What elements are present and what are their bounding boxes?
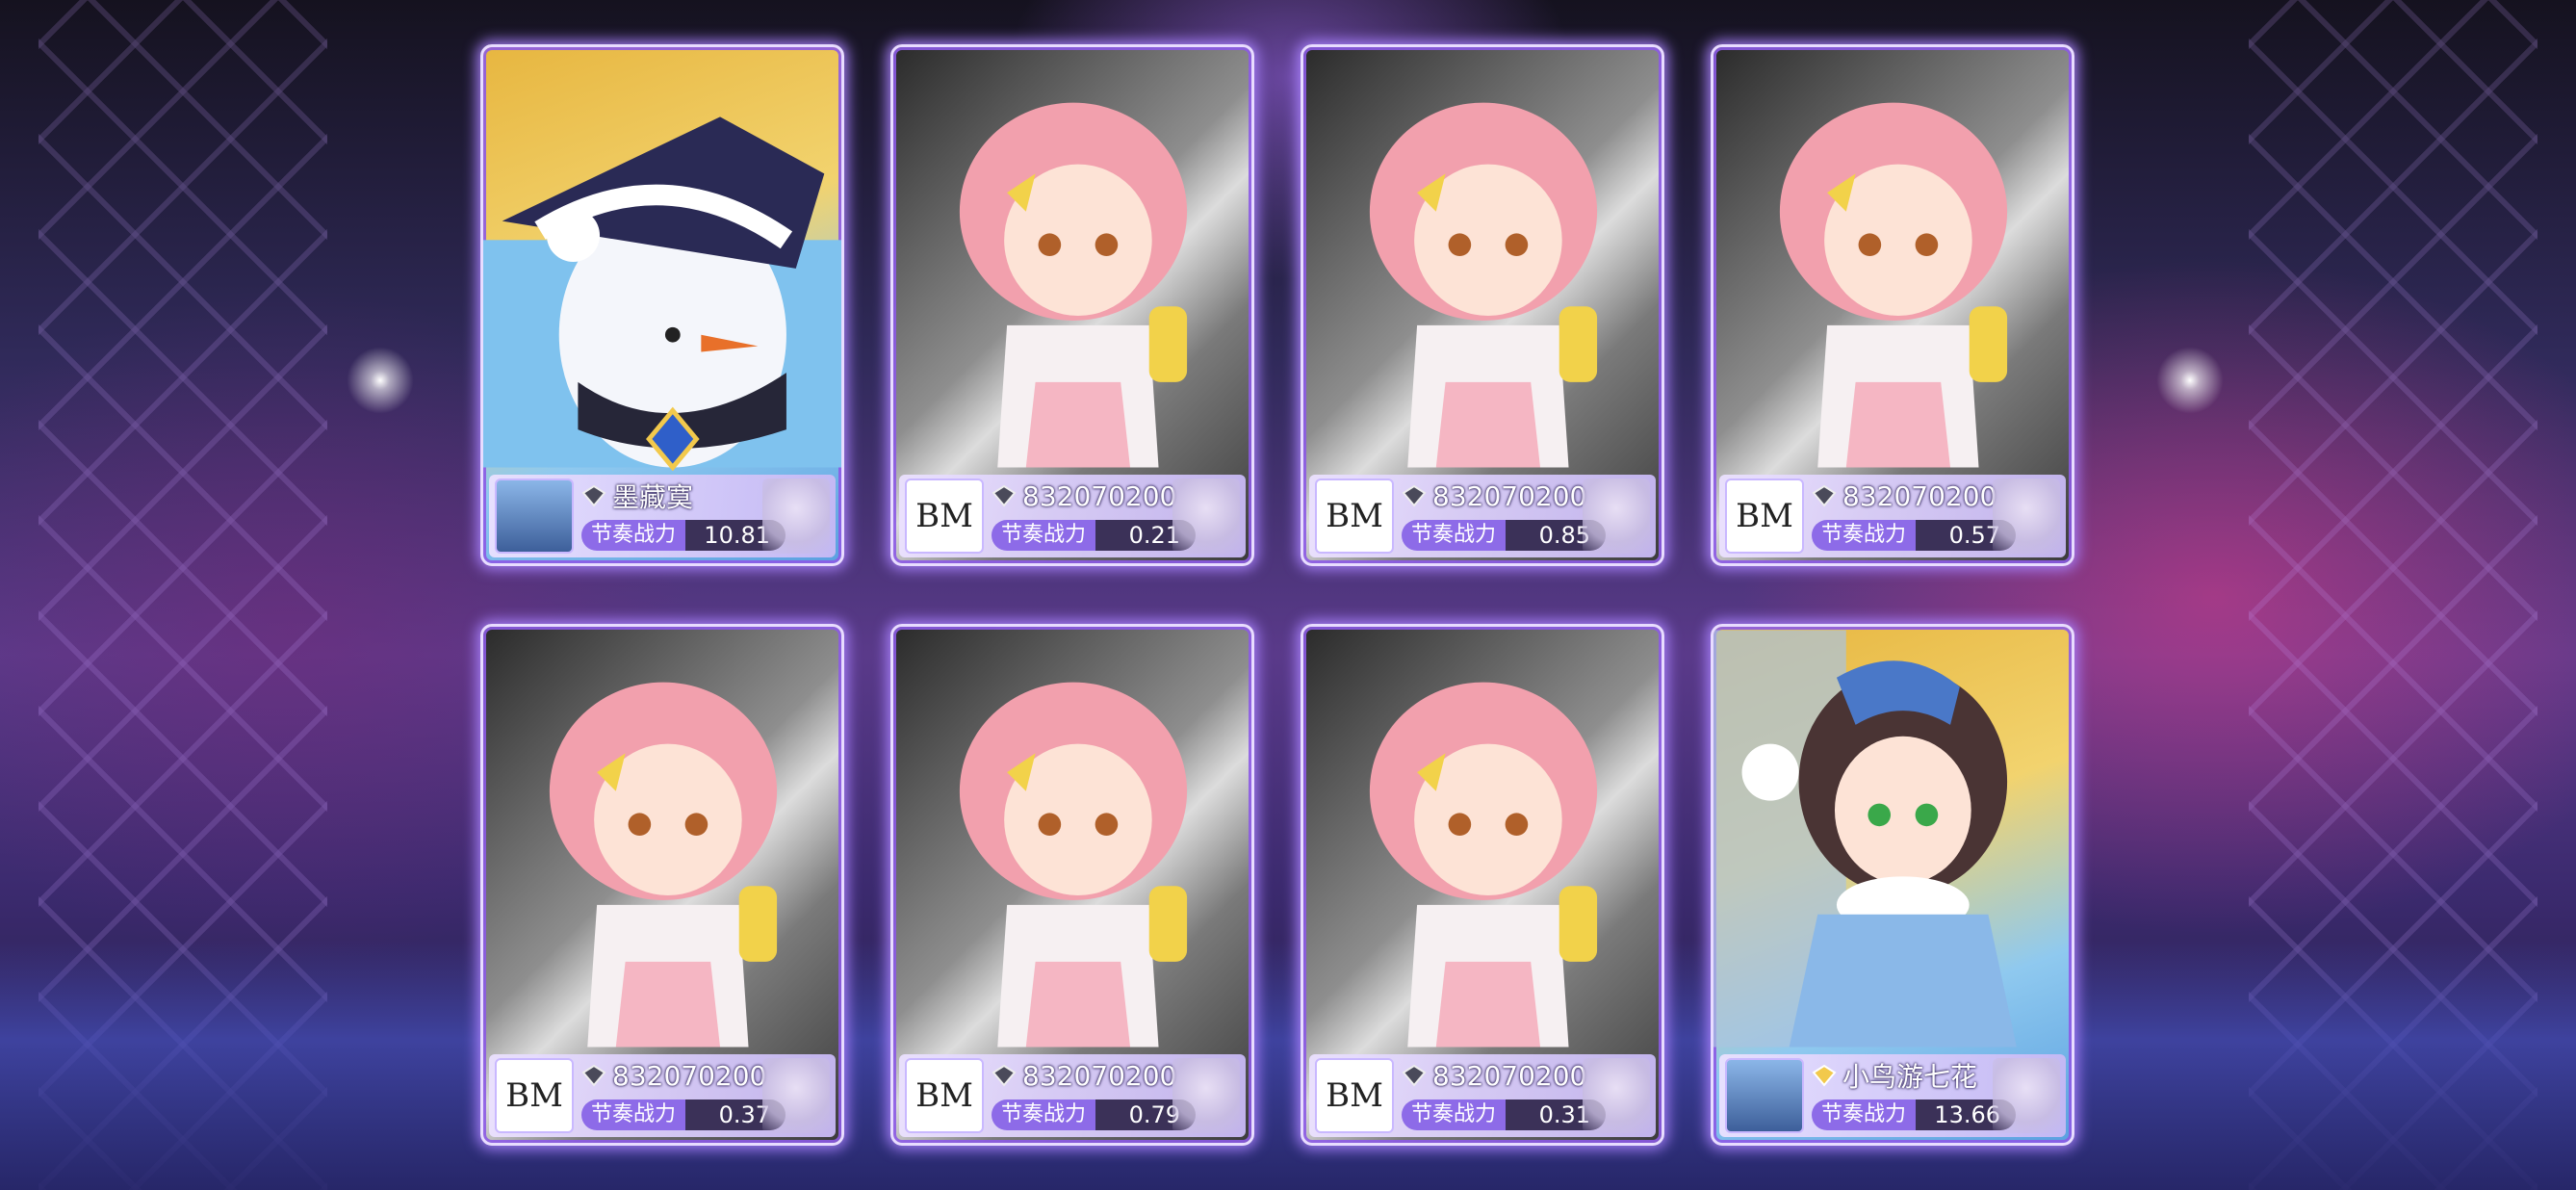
player-name: 832070200 bbox=[1842, 479, 1997, 512]
player-info-bar: 墨藏寞 节奏战力 10.81 bbox=[489, 475, 836, 557]
player-card[interactable]: 小鸟游七花 节奏战力 13.66 bbox=[1711, 624, 2074, 1146]
stage-spotlight-right bbox=[2156, 347, 2224, 414]
player-avatar[interactable]: BM bbox=[905, 1058, 984, 1133]
character-art-wizard-snowman bbox=[483, 116, 841, 471]
decoration-portrait bbox=[1583, 479, 1650, 554]
player-card[interactable]: BM 832070200 节奏战力 0.57 bbox=[1711, 44, 2074, 566]
decoration-portrait bbox=[762, 1058, 830, 1133]
rhythm-power-label: 节奏战力 bbox=[581, 1099, 686, 1130]
rhythm-power-label: 节奏战力 bbox=[1402, 1099, 1507, 1130]
rank-gem-icon bbox=[581, 1064, 606, 1087]
rhythm-power-label: 节奏战力 bbox=[581, 520, 686, 551]
player-avatar[interactable]: BM bbox=[1725, 479, 1804, 554]
player-name: 832070200 bbox=[1432, 479, 1587, 512]
player-avatar[interactable] bbox=[495, 479, 574, 554]
rank-gem-icon bbox=[992, 1064, 1017, 1087]
player-avatar[interactable]: BM bbox=[495, 1058, 574, 1133]
player-avatar[interactable]: BM bbox=[905, 479, 984, 554]
player-card[interactable]: BM 832070200 节奏战力 0.85 bbox=[1301, 44, 1664, 566]
player-info-bar: 小鸟游七花 节奏战力 13.66 bbox=[1719, 1054, 2066, 1137]
player-name: 832070200 bbox=[612, 1059, 767, 1092]
player-name: 墨藏寞 bbox=[612, 481, 694, 513]
rhythm-power-label: 节奏战力 bbox=[992, 520, 1096, 551]
rank-gem-icon bbox=[992, 484, 1017, 507]
rhythm-power-label: 节奏战力 bbox=[1812, 520, 1917, 551]
rhythm-power-label: 节奏战力 bbox=[1402, 520, 1507, 551]
player-card-grid: 墨藏寞 节奏战力 10.81 BM 832070200 节奏战力 0.21 BM… bbox=[480, 44, 2074, 1146]
player-info-bar: BM 832070200 节奏战力 0.57 bbox=[1719, 475, 2066, 557]
player-name: 832070200 bbox=[1022, 1059, 1177, 1092]
player-avatar[interactable] bbox=[1725, 1058, 1804, 1133]
player-card[interactable]: BM 832070200 节奏战力 0.21 bbox=[890, 44, 1254, 566]
decoration-portrait bbox=[1583, 1058, 1650, 1133]
decoration-portrait bbox=[1993, 1058, 2060, 1133]
player-card[interactable]: BM 832070200 节奏战力 0.37 bbox=[480, 624, 844, 1146]
decoration-portrait bbox=[1993, 479, 2060, 554]
rank-gem-icon bbox=[1812, 484, 1837, 507]
rhythm-power-label: 节奏战力 bbox=[992, 1099, 1096, 1130]
player-card[interactable]: 墨藏寞 节奏战力 10.81 bbox=[480, 44, 844, 566]
player-name: 小鸟游七花 bbox=[1842, 1061, 1978, 1093]
player-info-bar: BM 832070200 节奏战力 0.21 bbox=[899, 475, 1246, 557]
character-art-pink-hair-girl bbox=[1369, 102, 1598, 468]
decoration-portrait bbox=[1172, 479, 1240, 554]
stage-spotlight-left bbox=[347, 347, 414, 414]
character-art-pink-hair-girl bbox=[959, 102, 1188, 468]
rank-gem-icon bbox=[1402, 1064, 1427, 1087]
character-art-pink-hair-girl bbox=[1369, 682, 1598, 1048]
rank-gem-icon bbox=[581, 484, 606, 507]
player-name: 832070200 bbox=[1022, 479, 1177, 512]
player-name: 832070200 bbox=[1432, 1059, 1587, 1092]
player-avatar[interactable]: BM bbox=[1315, 1058, 1394, 1133]
player-card[interactable]: BM 832070200 节奏战力 0.79 bbox=[890, 624, 1254, 1146]
character-art-pink-hair-girl bbox=[1779, 102, 2008, 468]
rank-gem-icon bbox=[1812, 1064, 1837, 1087]
player-info-bar: BM 832070200 节奏战力 0.31 bbox=[1309, 1054, 1656, 1137]
character-art-winter-girl bbox=[1713, 630, 2017, 1048]
decoration-portrait bbox=[1172, 1058, 1240, 1133]
rhythm-power-label: 节奏战力 bbox=[1812, 1099, 1917, 1130]
decoration-portrait bbox=[762, 479, 830, 554]
rank-gem-icon bbox=[1402, 484, 1427, 507]
player-info-bar: BM 832070200 节奏战力 0.79 bbox=[899, 1054, 1246, 1137]
player-card[interactable]: BM 832070200 节奏战力 0.31 bbox=[1301, 624, 1664, 1146]
character-art-pink-hair-girl bbox=[549, 682, 778, 1048]
character-art-pink-hair-girl bbox=[959, 682, 1188, 1048]
player-info-bar: BM 832070200 节奏战力 0.37 bbox=[489, 1054, 836, 1137]
player-avatar[interactable]: BM bbox=[1315, 479, 1394, 554]
player-info-bar: BM 832070200 节奏战力 0.85 bbox=[1309, 475, 1656, 557]
